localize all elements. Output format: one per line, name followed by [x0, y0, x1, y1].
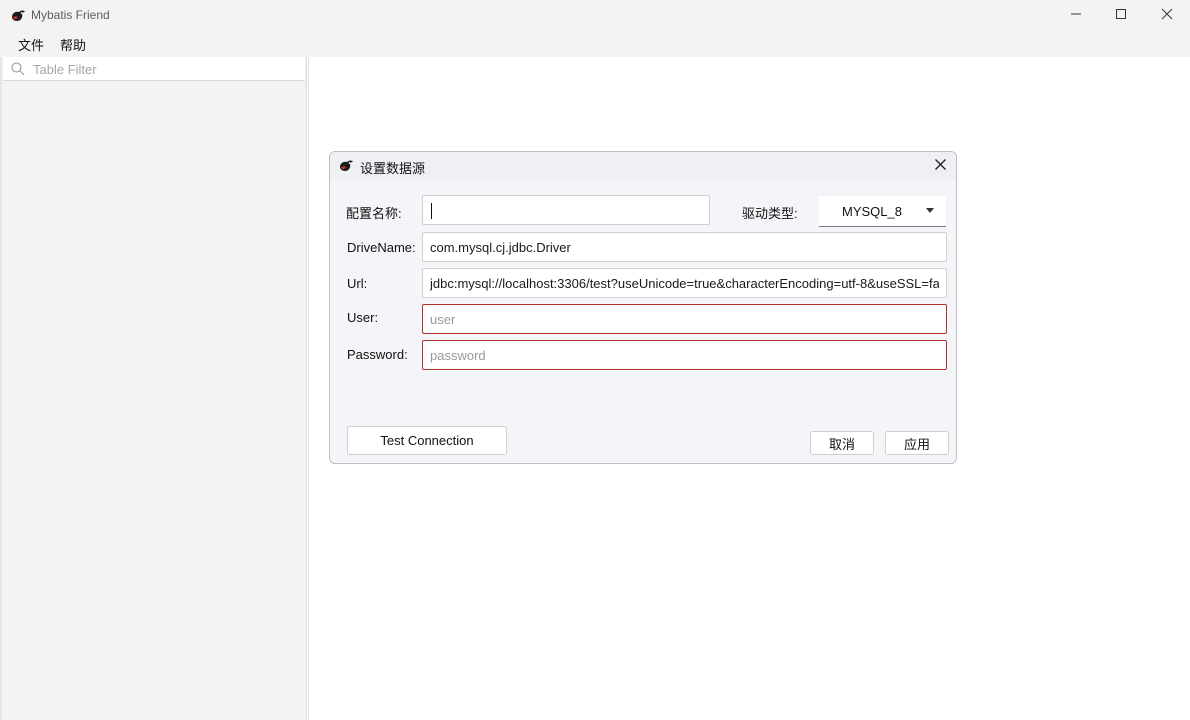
- drive-name-input[interactable]: [422, 232, 947, 262]
- menu-bar: 文件 帮助: [0, 31, 1190, 57]
- drive-name-label: DriveName:: [347, 240, 416, 255]
- table-sidebar: [0, 57, 307, 720]
- mybatis-bird-icon: [10, 8, 26, 24]
- url-label: Url:: [347, 276, 368, 291]
- config-name-label: 配置名称:: [346, 206, 402, 221]
- cancel-button[interactable]: 取消: [810, 431, 874, 455]
- apply-button[interactable]: 应用: [885, 431, 949, 455]
- password-input[interactable]: [422, 340, 947, 370]
- caret-down-icon: [926, 208, 934, 213]
- close-icon: [1161, 8, 1173, 23]
- menu-help[interactable]: 帮助: [60, 35, 86, 54]
- app-title: Mybatis Friend: [31, 8, 110, 22]
- menu-file[interactable]: 文件: [18, 35, 44, 54]
- table-filter-input[interactable]: [33, 60, 293, 78]
- user-label: User:: [347, 310, 379, 325]
- user-input[interactable]: [422, 304, 947, 334]
- dialog-title-bar: 设置数据源: [330, 152, 956, 180]
- dialog-close-button[interactable]: [930, 157, 950, 175]
- driver-type-label: 驱动类型:: [742, 206, 798, 221]
- minimize-icon: [1070, 8, 1082, 23]
- mybatis-bird-icon: [338, 158, 354, 174]
- driver-type-value: MYSQL_8: [842, 204, 902, 219]
- text-caret: [431, 203, 432, 219]
- table-filter-box: [3, 57, 305, 81]
- title-bar: Mybatis Friend: [0, 0, 1190, 31]
- dialog-title: 设置数据源: [360, 161, 426, 176]
- url-input[interactable]: [422, 268, 947, 298]
- maximize-button[interactable]: [1098, 0, 1144, 31]
- password-label: Password:: [347, 347, 408, 362]
- sidebar-edge: [0, 57, 2, 720]
- maximize-icon: [1115, 8, 1127, 23]
- config-name-input[interactable]: [422, 195, 710, 225]
- driver-type-select[interactable]: MYSQL_8: [819, 196, 946, 227]
- datasource-dialog: 设置数据源 配置名称: 驱动类型: MYSQL_8 DriveName: Url…: [329, 151, 957, 464]
- close-icon: [934, 158, 947, 174]
- minimize-button[interactable]: [1053, 0, 1099, 31]
- test-connection-button[interactable]: Test Connection: [347, 426, 507, 455]
- close-window-button[interactable]: [1144, 0, 1190, 31]
- search-icon: [10, 61, 26, 77]
